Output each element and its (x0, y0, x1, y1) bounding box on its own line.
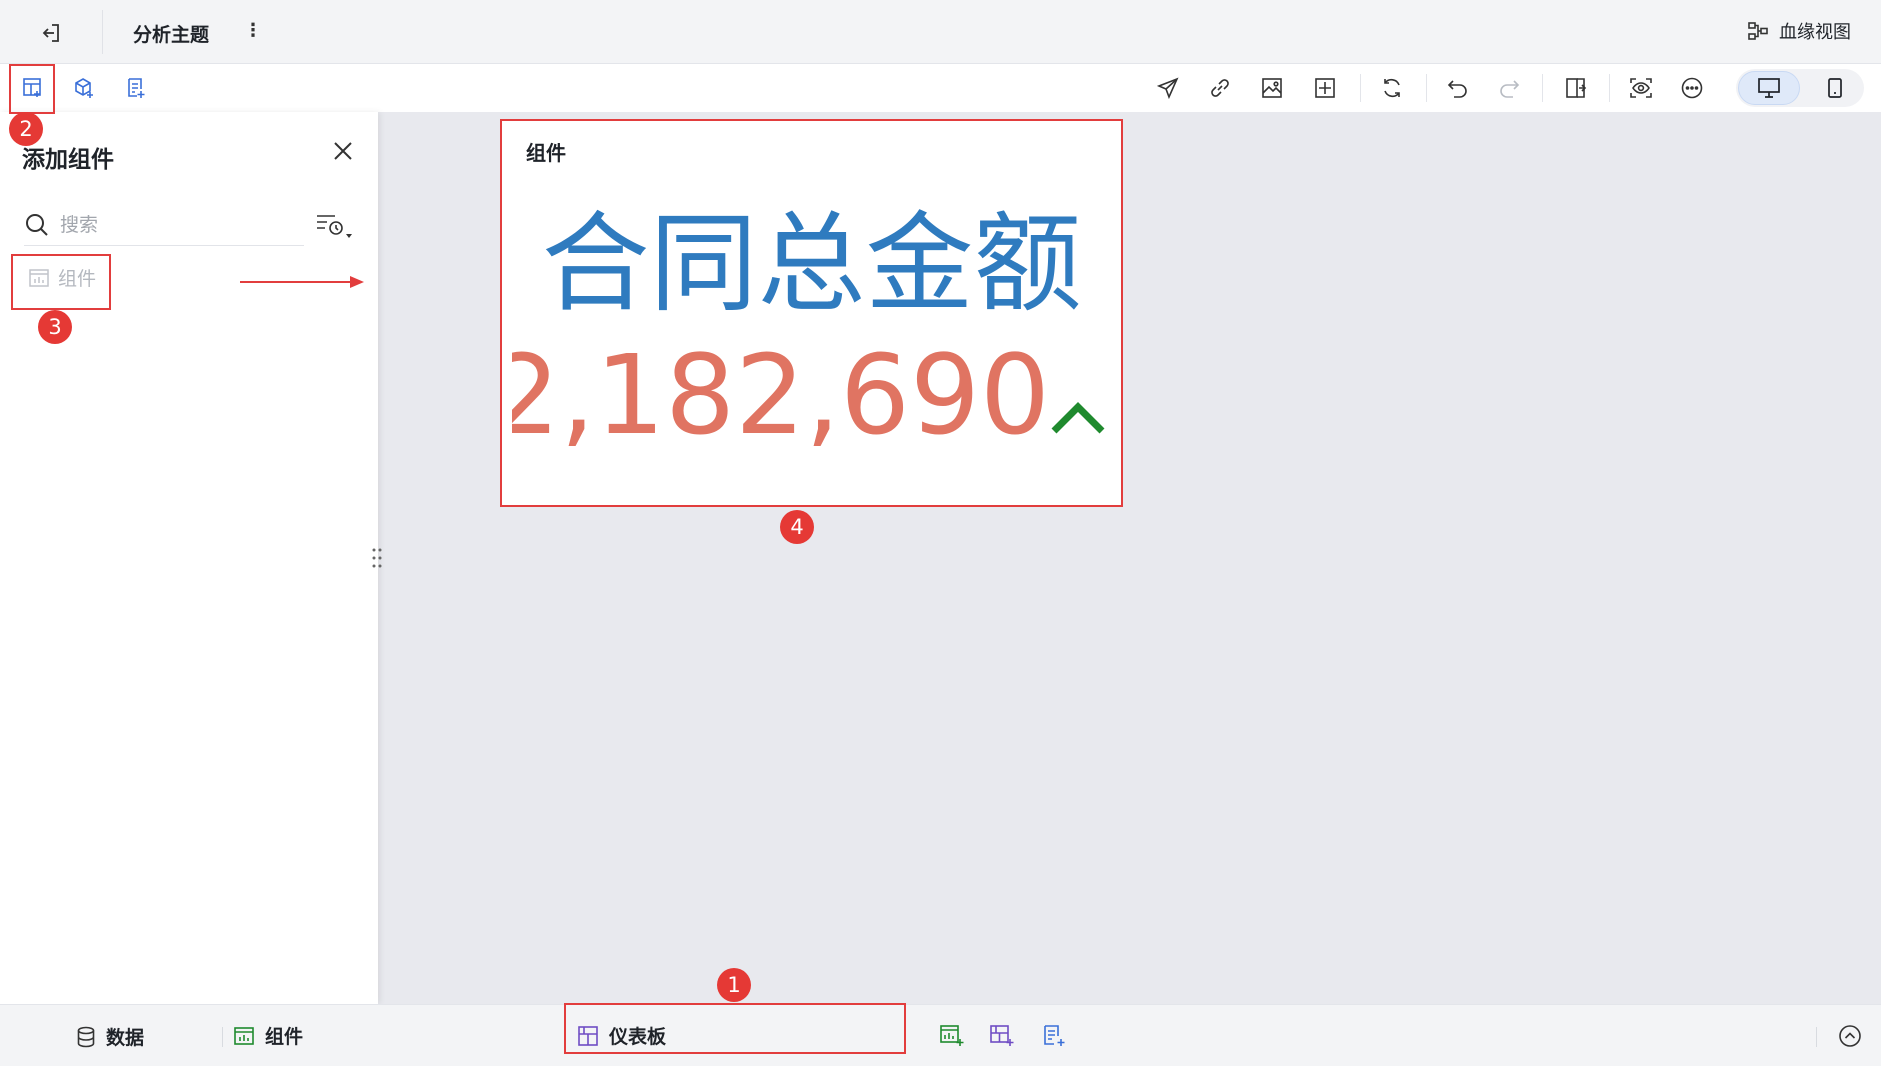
divider (1816, 1027, 1817, 1047)
send-icon[interactable] (1153, 73, 1183, 103)
annotation-badge-3: 3 (38, 310, 72, 344)
annotation-badge-2: 2 (9, 112, 43, 146)
divider (222, 1027, 223, 1047)
annotation-badge-1: 1 (717, 968, 751, 1002)
lineage-view-button[interactable]: 血缘视图 (1747, 18, 1851, 44)
resize-handle[interactable] (370, 546, 384, 574)
search-box (24, 204, 304, 246)
device-switch (1736, 69, 1864, 107)
lineage-icon (1748, 22, 1768, 40)
panel-title: 添加组件 (22, 147, 114, 173)
highlight-box-4 (500, 119, 1123, 507)
bottom-bar: 数据 组件 仪表板 (0, 1004, 1881, 1066)
annotation-badge-4: 4 (780, 510, 814, 544)
mobile-icon[interactable] (1820, 73, 1850, 103)
desktop-icon[interactable] (1754, 73, 1784, 103)
top-bar: 分析主题 ⋮ 血缘视图 (0, 0, 1881, 64)
tab-components-label: 组件 (265, 1026, 304, 1048)
link-icon[interactable] (1205, 73, 1235, 103)
bar-chart-icon (234, 1026, 254, 1045)
divider (102, 10, 103, 54)
highlight-box-2 (9, 64, 55, 114)
toolbar-divider (1360, 74, 1361, 102)
search-icon (26, 213, 48, 236)
add-component-panel: 添加组件 组件 (0, 112, 378, 1004)
add-model-icon[interactable] (69, 73, 99, 103)
tab-components[interactable]: 组件 (233, 1022, 303, 1049)
tab-data[interactable]: 数据 (76, 1023, 144, 1050)
highlight-box-1 (564, 1003, 906, 1054)
redo-icon[interactable] (1494, 73, 1524, 103)
image-icon[interactable] (1257, 73, 1287, 103)
page-title: 分析主题 (133, 24, 210, 46)
tab-data-label: 数据 (106, 1027, 145, 1049)
collapse-up-icon[interactable] (1835, 1021, 1865, 1051)
add-form-icon[interactable] (121, 73, 151, 103)
drag-arrow-icon (240, 276, 364, 288)
title-more-button[interactable]: ⋮ (244, 20, 262, 41)
layout-icon[interactable] (1310, 73, 1340, 103)
preview-icon[interactable] (1626, 73, 1656, 103)
filter-history-icon[interactable] (314, 208, 356, 242)
lineage-label: 血缘视图 (1779, 22, 1851, 43)
close-icon[interactable] (330, 138, 356, 164)
export-icon[interactable] (1561, 73, 1591, 103)
more-icon[interactable] (1677, 73, 1707, 103)
highlight-box-3 (11, 254, 111, 310)
toolbar (0, 64, 1881, 112)
search-input[interactable] (60, 213, 280, 236)
add-report-icon[interactable] (1040, 1021, 1070, 1051)
refresh-icon[interactable] (1377, 73, 1407, 103)
add-chart-icon[interactable] (937, 1021, 967, 1051)
undo-icon[interactable] (1443, 73, 1473, 103)
toolbar-divider (1426, 74, 1427, 102)
add-dashboard-icon[interactable] (987, 1021, 1017, 1051)
toolbar-divider (1609, 74, 1610, 102)
toolbar-divider (1542, 74, 1543, 102)
database-icon (77, 1026, 95, 1047)
exit-icon[interactable] (36, 18, 66, 48)
